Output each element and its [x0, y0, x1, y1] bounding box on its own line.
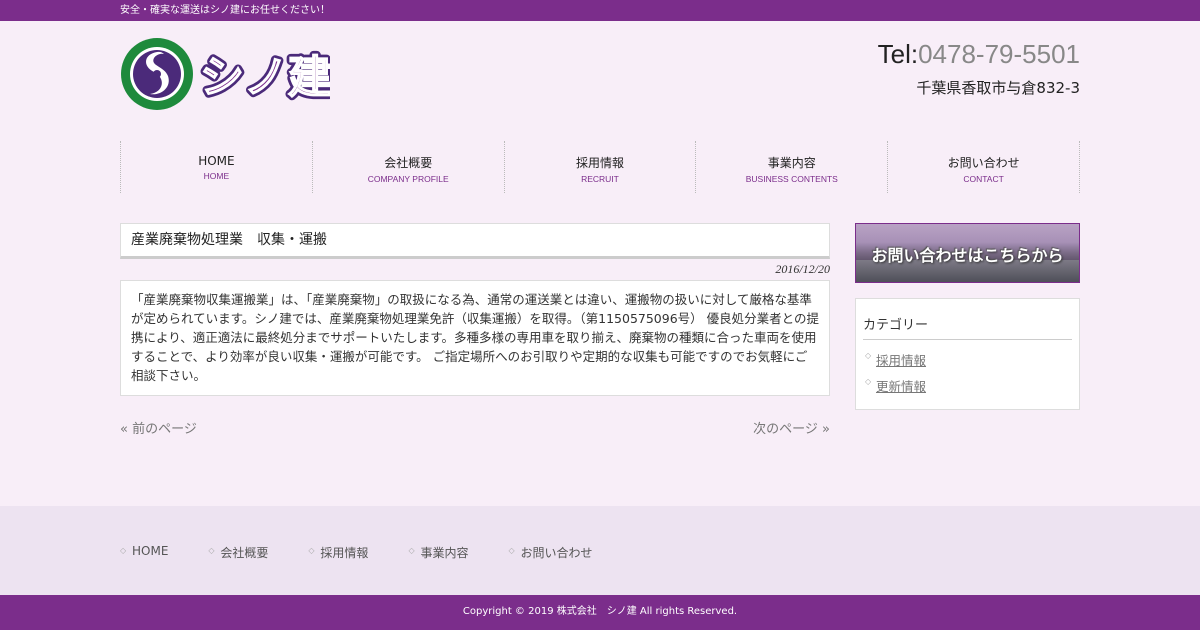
company-address: 千葉県香取市与倉832-3: [916, 79, 1080, 97]
top-bar: 安全・確実な運送はシノ建にお任せください！: [0, 0, 1200, 21]
bullet-icon: ◇: [865, 377, 872, 386]
nav-label: 採用情報: [575, 156, 624, 170]
tel-label: Tel:: [877, 39, 919, 69]
site-footer: ◇ HOME ◇ 会社概要 ◇ 採用情報 ◇ 事業内容 ◇ お問い合わせ: [0, 506, 1200, 595]
nav-sublabel: COMPANY PROFILE: [367, 174, 449, 184]
nav-item-contact[interactable]: お問い合わせ CONTACT: [888, 141, 1080, 193]
sidebar: お問い合わせはこちらから カテゴリー ◇ 採用情報 ◇ 更新情報: [855, 223, 1080, 410]
site-header: シノ建 シノ建 Tel:0478-79-5501 千葉県香取市与倉832-3: [120, 21, 1080, 141]
category-widget: カテゴリー ◇ 採用情報 ◇ 更新情報: [855, 298, 1080, 410]
global-nav: HOME HOME 会社概要 COMPANY PROFILE 採用情報 RECR…: [120, 141, 1080, 193]
category-link-news[interactable]: 更新情報: [876, 379, 926, 394]
tel-number: 0478-79-5501: [918, 39, 1080, 69]
contact-banner[interactable]: お問い合わせはこちらから: [855, 223, 1080, 283]
bullet-icon: ◇: [508, 546, 515, 555]
nav-label: お問い合わせ: [947, 156, 1020, 170]
category-list: ◇ 採用情報 ◇ 更新情報: [863, 350, 1072, 395]
nav-sublabel: CONTACT: [963, 174, 1004, 184]
bullet-icon: ◇: [208, 546, 215, 555]
list-item: ◇ 更新情報: [863, 376, 1072, 395]
nav-sublabel: HOME: [203, 171, 230, 181]
footer-link-label: 採用情報: [320, 546, 369, 560]
post-date: 2016/12/20: [775, 262, 830, 276]
site-logo[interactable]: シノ建 シノ建: [120, 36, 336, 112]
nav-label: 会社概要: [384, 156, 433, 170]
bullet-icon: ◇: [308, 546, 315, 555]
content-area: 産業廃棄物処理業 収集・運搬 2016/12/20 「産業廃棄物収集運搬業」は、…: [120, 223, 1080, 505]
footer-link-label: お問い合わせ: [520, 546, 593, 560]
post-body: 「産業廃棄物収集運搬業」は、「産業廃棄物」の取扱になる為、通常の運送業とは違い、…: [120, 280, 830, 396]
footer-link-business[interactable]: ◇ 事業内容: [408, 544, 468, 561]
category-title: カテゴリー: [863, 314, 1072, 340]
nav-item-recruit[interactable]: 採用情報 RECRUIT: [505, 141, 697, 193]
footer-link-recruit[interactable]: ◇ 採用情報: [308, 544, 368, 561]
list-item: ◇ 採用情報: [863, 350, 1072, 369]
footer-nav: ◇ HOME ◇ 会社概要 ◇ 採用情報 ◇ 事業内容 ◇ お問い合わせ: [120, 506, 1080, 561]
nav-sublabel: RECRUIT: [581, 174, 619, 184]
nav-label: 事業内容: [767, 156, 816, 170]
bullet-icon: ◇: [865, 351, 872, 360]
nav-sublabel: BUSINESS CONTENTS: [745, 174, 838, 184]
nav-label: HOME: [198, 154, 235, 168]
prev-page-link[interactable]: « 前のページ: [120, 418, 197, 437]
main-column: 産業廃棄物処理業 収集・運搬 2016/12/20 「産業廃棄物収集運搬業」は、…: [120, 223, 830, 438]
next-page-link[interactable]: 次のページ »: [753, 418, 830, 437]
footer-link-company[interactable]: ◇ 会社概要: [208, 544, 268, 561]
category-link-recruit[interactable]: 採用情報: [876, 353, 926, 368]
svg-text:シノ建: シノ建: [200, 52, 330, 103]
banner-label: お問い合わせはこちらから: [871, 246, 1064, 265]
nav-item-business[interactable]: 事業内容 BUSINESS CONTENTS: [696, 141, 889, 193]
footer-link-label: 会社概要: [220, 546, 269, 560]
footer-link-contact[interactable]: ◇ お問い合わせ: [508, 544, 592, 561]
copyright: Copyright © 2019 株式会社 シノ建 All rights Res…: [0, 595, 1200, 630]
footer-link-label: 事業内容: [420, 546, 469, 560]
post-title: 産業廃棄物処理業 収集・運搬: [120, 223, 830, 259]
bullet-icon: ◇: [408, 546, 415, 555]
bullet-icon: ◇: [120, 546, 127, 555]
tagline: 安全・確実な運送はシノ建にお任せください！: [120, 5, 330, 16]
logo-graphic: シノ建 シノ建: [121, 38, 336, 110]
pager: « 前のページ 次のページ »: [120, 418, 830, 438]
phone-number[interactable]: Tel:0478-79-5501: [878, 39, 1080, 70]
footer-link-home[interactable]: ◇ HOME: [120, 544, 168, 561]
nav-item-company[interactable]: 会社概要 COMPANY PROFILE: [313, 141, 505, 193]
footer-link-label: HOME: [132, 544, 169, 558]
nav-item-home[interactable]: HOME HOME: [121, 141, 313, 193]
